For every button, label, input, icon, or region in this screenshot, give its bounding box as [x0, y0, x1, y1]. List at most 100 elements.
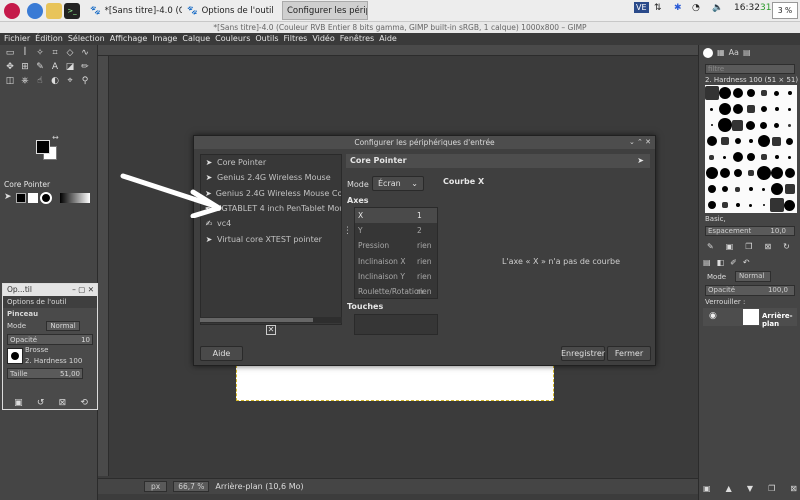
layer-name[interactable]: Arrière-plan: [762, 312, 797, 328]
device-item[interactable]: ➤ Virtual core XTEST pointer: [201, 231, 341, 246]
keyboard-layout-indicator[interactable]: VE: [634, 2, 649, 13]
brush-thumbnail[interactable]: [720, 137, 729, 145]
edit-brush-icon[interactable]: ✎: [707, 242, 714, 251]
bluetooth-icon[interactable]: ✱: [674, 3, 682, 13]
mode-select[interactable]: Normal: [46, 321, 80, 331]
brush-thumbnail[interactable]: [718, 87, 731, 99]
warp-tool-icon[interactable]: ∿: [79, 47, 91, 59]
brush-thumbnail[interactable]: [756, 166, 771, 180]
menu-file[interactable]: Fichier: [4, 33, 30, 45]
brush-thumbnail[interactable]: [746, 153, 755, 161]
dialog-window-controls[interactable]: ⌄ ⌃ ✕: [629, 136, 651, 149]
menu-view[interactable]: Affichage: [110, 33, 148, 45]
menu-layer[interactable]: Calque: [182, 33, 210, 45]
menu-windows[interactable]: Fenêtres: [340, 33, 374, 45]
delete-options-icon[interactable]: ⊠: [59, 398, 67, 408]
brush-thumbnail[interactable]: [788, 155, 791, 159]
brush-thumbnail[interactable]: [748, 187, 753, 191]
dodge-tool-icon[interactable]: ◐: [49, 75, 61, 87]
axis-row[interactable]: X1: [355, 208, 437, 224]
crop-tool-icon[interactable]: ⌗: [49, 47, 61, 59]
brush-thumbnail[interactable]: [707, 201, 716, 209]
layer-row[interactable]: ◉ Arrière-plan: [703, 308, 797, 328]
brush-thumbnail[interactable]: [772, 136, 781, 146]
brush-thumbnail[interactable]: [774, 107, 779, 111]
keys-list[interactable]: [354, 314, 438, 335]
menu-image[interactable]: Image: [152, 33, 177, 45]
duplicate-layer-icon[interactable]: ❐: [768, 484, 775, 493]
axis-row[interactable]: Pression rien: [355, 238, 437, 253]
menu-colors[interactable]: Couleurs: [215, 33, 250, 45]
opacity-slider[interactable]: Opacité 10: [7, 334, 93, 345]
swap-colors-icon[interactable]: ↔: [52, 133, 59, 142]
visibility-eye-icon[interactable]: ◉: [709, 311, 717, 321]
align-tool-icon[interactable]: ⊞: [19, 61, 31, 73]
brush-thumbnail[interactable]: [735, 203, 740, 207]
brush-thumbnail[interactable]: [746, 89, 755, 97]
volume-icon[interactable]: 🔈: [712, 3, 723, 13]
network-icon[interactable]: ⇅: [654, 3, 662, 13]
clock[interactable]: 16:32: [734, 3, 760, 13]
restore-options-icon[interactable]: ↺: [37, 398, 45, 408]
task-tool-options[interactable]: 🐾 Options de l'outil: [183, 1, 281, 20]
axis-row[interactable]: Inclinaison Xrien: [355, 254, 437, 269]
brush-thumbnail[interactable]: [710, 124, 713, 126]
image-canvas[interactable]: [236, 365, 554, 401]
pane-resize-handle[interactable]: ⋮: [343, 226, 352, 236]
unit-select[interactable]: px: [144, 481, 168, 492]
brush-thumbnail[interactable]: [747, 170, 754, 176]
brush-thumbnail[interactable]: [784, 199, 795, 211]
lower-layer-icon[interactable]: ▼: [747, 484, 753, 493]
rect-select-tool-icon[interactable]: ▭: [4, 47, 16, 59]
brush-thumbnail[interactable]: [709, 154, 714, 160]
brush-thumbnail[interactable]: [719, 168, 730, 178]
brush-thumbnail[interactable]: [787, 91, 792, 95]
brush-thumbnail[interactable]: [705, 167, 718, 179]
brush-thumbnail[interactable]: [721, 186, 728, 192]
patterns-tab-icon[interactable]: ▦: [717, 48, 725, 58]
brush-thumbnail[interactable]: [760, 90, 767, 96]
eraser-tool-icon[interactable]: ◫: [4, 75, 16, 87]
brush-thumbnail[interactable]: [788, 107, 791, 111]
task-input-devices[interactable]: Configurer les périph...: [282, 1, 368, 20]
task-gimp-image[interactable]: 🐾 *[Sans titre]-4.0 (Coul...: [86, 1, 182, 20]
layer-mode-select[interactable]: Normal: [735, 271, 771, 282]
brush-thumbnail[interactable]: [762, 187, 765, 191]
brush-thumbnail[interactable]: [734, 138, 741, 144]
device-list-scrollbar[interactable]: [200, 317, 342, 323]
menu-video[interactable]: Vidéo: [312, 33, 334, 45]
unified-transform-tool-icon[interactable]: ◇: [64, 47, 76, 59]
menu-tools[interactable]: Outils: [255, 33, 278, 45]
fuzzy-select-tool-icon[interactable]: ✧: [34, 47, 46, 59]
raspberry-menu-icon[interactable]: [4, 3, 20, 19]
brush-thumbnail[interactable]: [774, 155, 779, 159]
paintbrush-tool-icon[interactable]: ✏: [79, 61, 91, 73]
refresh-brushes-icon[interactable]: ↻: [783, 242, 790, 251]
file-manager-icon[interactable]: [46, 3, 62, 19]
brush-thumbnail[interactable]: [749, 203, 752, 207]
channels-tab-icon[interactable]: ◧: [717, 258, 725, 267]
brush-thumbnail[interactable]: [732, 119, 743, 131]
new-brush-icon[interactable]: ▣: [726, 242, 734, 251]
brush-thumbnail[interactable]: [732, 152, 743, 162]
axis-row[interactable]: Y2: [355, 223, 437, 238]
clear-device-icon[interactable]: ✕: [266, 325, 276, 335]
brush-thumbnail[interactable]: [717, 118, 732, 132]
close-button[interactable]: Fermer: [607, 346, 651, 361]
axis-row[interactable]: Roulette/Rotation rien: [355, 284, 437, 299]
move-tool-icon[interactable]: ✥: [4, 61, 16, 73]
scrollbar-thumb[interactable]: [200, 318, 313, 322]
mode-dropdown[interactable]: Écran ⌄: [372, 176, 424, 191]
brush-thumbnail[interactable]: [757, 135, 770, 147]
help-button[interactable]: Aide: [200, 346, 243, 361]
brush-thumbnail[interactable]: [707, 185, 716, 193]
brush-grid[interactable]: [704, 85, 797, 213]
brush-preview[interactable]: [7, 348, 23, 364]
dialog-titlebar[interactable]: Configurer les périphériques d'entrée ⌄ …: [194, 136, 655, 149]
brush-thumbnail[interactable]: [770, 167, 783, 179]
bucket-fill-tool-icon[interactable]: ◪: [64, 61, 76, 73]
brush-thumbnail[interactable]: [723, 155, 726, 159]
brush-thumbnail[interactable]: [760, 106, 767, 112]
brush-thumbnail[interactable]: [788, 123, 791, 127]
brush-thumbnail[interactable]: [774, 122, 779, 128]
